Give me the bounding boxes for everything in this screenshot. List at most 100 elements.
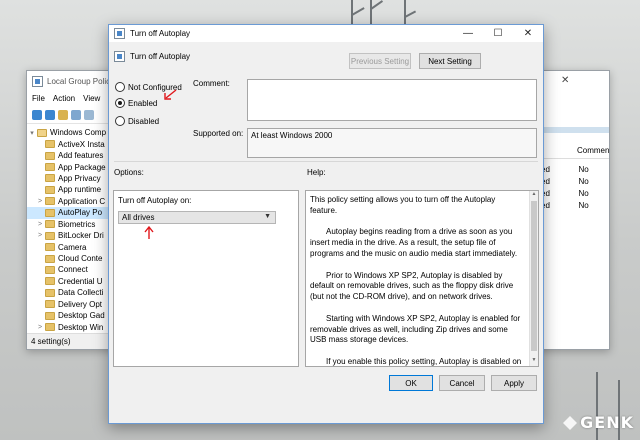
chevron-right-icon[interactable]: >: [35, 324, 45, 331]
menu-view[interactable]: View: [83, 94, 100, 103]
folder-icon: [45, 197, 55, 206]
tree-item[interactable]: > Biometrics: [27, 219, 121, 230]
ok-button[interactable]: OK: [389, 375, 433, 391]
tree-item[interactable]: Credential U: [27, 276, 121, 287]
list-row[interactable]: ed No: [539, 187, 609, 199]
folder-icon: [45, 300, 55, 309]
forward-arrow-icon[interactable]: [45, 109, 55, 120]
help-scrollbar[interactable]: ▲ ▼: [529, 191, 538, 366]
tree-item-label: App runtime: [58, 185, 102, 195]
tree-item[interactable]: ActiveX Insta: [27, 138, 121, 149]
tree-item-label: Application C: [58, 196, 106, 206]
chevron-right-icon[interactable]: >: [35, 221, 45, 228]
scroll-up-icon[interactable]: ▲: [530, 191, 538, 200]
dialog-title: Turn off Autoplay: [130, 29, 191, 38]
radio-button[interactable]: [115, 98, 125, 108]
cancel-button[interactable]: Cancel: [439, 375, 485, 391]
radio-enabled[interactable]: Enabled: [115, 98, 157, 108]
folder-icon: [45, 231, 55, 240]
menu-file[interactable]: File: [32, 94, 45, 103]
back-arrow-icon[interactable]: [32, 109, 42, 120]
apply-button[interactable]: Apply: [491, 375, 537, 391]
supported-on-value: At least Windows 2000: [251, 131, 333, 140]
tree-item[interactable]: Cloud Conte: [27, 253, 121, 264]
chevron-down-icon: ▼: [264, 213, 271, 220]
tree-item[interactable]: Data Collecti: [27, 287, 121, 298]
status-bar: 4 setting(s): [27, 333, 121, 349]
tree-item[interactable]: Camera: [27, 241, 121, 252]
column-header-comment[interactable]: Comment: [551, 146, 609, 155]
tree-item[interactable]: App runtime: [27, 184, 121, 195]
tree-item-label: BitLocker Dri: [58, 231, 104, 241]
scroll-down-icon[interactable]: ▼: [530, 357, 538, 366]
tree-item[interactable]: Add features: [27, 150, 121, 161]
help-pane[interactable]: This policy setting allows you to turn o…: [305, 190, 539, 367]
next-setting-button[interactable]: Next Setting: [419, 53, 481, 69]
properties-icon[interactable]: [84, 109, 94, 120]
tree-item[interactable]: App Privacy: [27, 173, 121, 184]
menu-action[interactable]: Action: [53, 94, 75, 103]
policy-tree[interactable]: ▾ Windows Comp ActiveX Insta Add features…: [27, 127, 121, 349]
dialog-titlebar: Turn off Autoplay — ☐ ✕: [109, 25, 543, 42]
menu-bar: File Action View: [27, 91, 121, 106]
folder-icon: [45, 277, 55, 286]
tree-item-label: Credential U: [58, 276, 103, 286]
annotation-arrow-dropdown: [144, 226, 154, 239]
radio-button[interactable]: [115, 116, 125, 126]
policy-dialog[interactable]: Turn off Autoplay — ☐ ✕ Turn off Autopla…: [108, 24, 544, 424]
minimize-button[interactable]: —: [453, 25, 483, 42]
up-folder-icon[interactable]: [58, 109, 68, 120]
tree-item[interactable]: AutoPlay Po: [27, 207, 121, 219]
show-hide-tree-icon[interactable]: [71, 109, 81, 120]
maximize-button[interactable]: ☐: [483, 25, 513, 42]
options-pane: Turn off Autoplay on: All drives ▼: [113, 190, 299, 367]
tree-item[interactable]: Delivery Opt: [27, 299, 121, 310]
list-row[interactable]: ed No: [539, 175, 609, 187]
chevron-down-icon[interactable]: ▾: [27, 129, 37, 137]
setting-comment: No: [578, 188, 589, 198]
tree-item[interactable]: ▾ Windows Comp: [27, 127, 121, 138]
folder-icon: [45, 254, 55, 263]
status-text: 4 setting(s): [31, 337, 71, 346]
list-row[interactable]: ed No: [539, 200, 609, 212]
previous-setting-button[interactable]: Previous Setting: [349, 53, 411, 69]
annotation-arrow-enabled: [164, 89, 177, 100]
folder-open-icon: [37, 128, 47, 137]
settings-list-window[interactable]: ✕ Comment ed No ed No ed No ed No: [538, 70, 610, 350]
list-row[interactable]: ed No: [539, 163, 609, 175]
tree-item[interactable]: Connect: [27, 264, 121, 275]
supported-on-label: Supported on:: [193, 129, 244, 138]
folder-icon: [45, 311, 55, 320]
close-button[interactable]: ✕: [513, 25, 543, 42]
help-paragraph: Prior to Windows XP SP2, Autoplay is dis…: [310, 270, 514, 302]
tree-children: ActiveX Insta Add features App Package App …: [27, 138, 121, 349]
tree-item[interactable]: Desktop Gad: [27, 310, 121, 321]
autoplay-drives-dropdown[interactable]: All drives ▼: [118, 211, 276, 224]
folder-icon: [45, 174, 55, 183]
folder-icon: [45, 208, 55, 217]
tree-item-label: Biometrics: [58, 219, 96, 229]
list-header: Comment: [539, 143, 609, 159]
radio-label: Enabled: [128, 98, 158, 108]
tree-item[interactable]: App Package: [27, 161, 121, 172]
group-policy-icon: [32, 75, 43, 87]
toolbar: [27, 106, 121, 124]
policy-setting-icon: [114, 51, 125, 62]
comment-field[interactable]: [247, 79, 537, 121]
bg-window-titlebar: Local Group Policy: [27, 71, 121, 91]
tree-item[interactable]: > Desktop Win: [27, 321, 121, 332]
tree-item-label: AutoPlay Po: [58, 208, 103, 218]
supported-on-field: At least Windows 2000: [247, 128, 537, 158]
tree-item[interactable]: > Application C: [27, 196, 121, 207]
tree-item-label: Data Collecti: [58, 288, 104, 298]
folder-icon: [45, 243, 55, 252]
close-icon[interactable]: ✕: [561, 75, 569, 86]
tree-item[interactable]: > BitLocker Dri: [27, 230, 121, 241]
folder-icon: [45, 163, 55, 172]
scroll-thumb[interactable]: [531, 201, 537, 351]
radio-button[interactable]: [115, 82, 125, 92]
options-label: Options:: [114, 168, 144, 177]
radio-disabled[interactable]: Disabled: [115, 116, 159, 126]
chevron-right-icon[interactable]: >: [35, 198, 45, 205]
chevron-right-icon[interactable]: >: [35, 232, 45, 239]
